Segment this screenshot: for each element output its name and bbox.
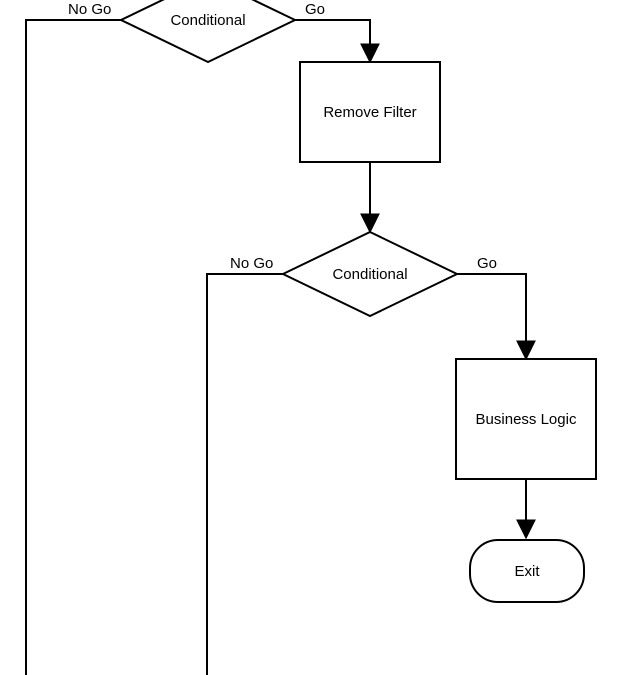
flowchart-diagram: Conditional Go No Go Remove Filter Condi… xyxy=(0,0,643,675)
node-business-logic-label: Business Logic xyxy=(476,411,577,428)
node-conditional-2: Conditional xyxy=(283,232,457,316)
node-conditional-1: Conditional xyxy=(121,0,295,62)
edge-c2-nogo-label: No Go xyxy=(230,255,273,272)
edge-c2-go-label: Go xyxy=(477,255,497,272)
node-remove-filter: Remove Filter xyxy=(300,62,440,162)
edge-c2-go: Go xyxy=(457,255,526,357)
node-conditional-1-label: Conditional xyxy=(170,12,245,29)
edge-c1-nogo-label: No Go xyxy=(68,1,111,18)
node-conditional-2-label: Conditional xyxy=(332,266,407,283)
node-exit: Exit xyxy=(470,540,584,602)
edge-c1-nogo: No Go xyxy=(26,1,121,675)
node-exit-label: Exit xyxy=(514,563,540,580)
edge-c2-nogo: No Go xyxy=(207,255,283,675)
node-remove-filter-label: Remove Filter xyxy=(323,104,416,121)
edge-c1-go: Go xyxy=(295,1,370,60)
node-business-logic: Business Logic xyxy=(456,359,596,479)
edge-c1-go-label: Go xyxy=(305,1,325,18)
